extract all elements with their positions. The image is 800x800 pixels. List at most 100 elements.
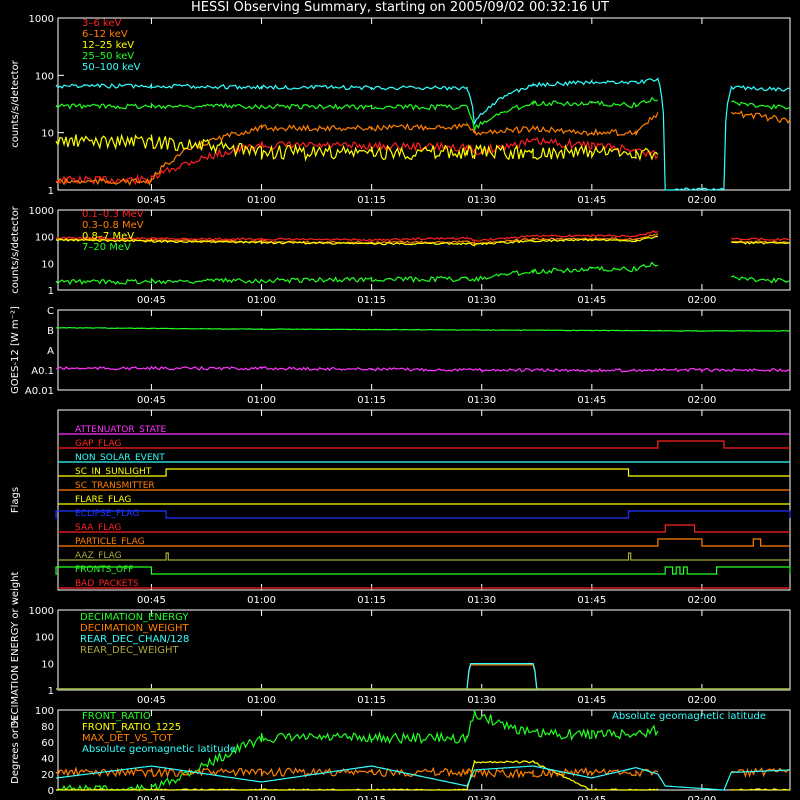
p5-series-line-1 [56,664,790,690]
p5-legend-entry: DECIMATION_ENERGY [80,612,189,623]
p2-legend-entry: 0.3–0.8 MeV [82,220,144,231]
flag-line [58,552,790,561]
y-tick-label: 100 [35,633,54,644]
x-tick-label: 01:00 [247,595,276,606]
x-tick-label: 00:45 [137,295,166,306]
x-tick-label: 01:30 [467,195,496,206]
x-tick-label: 01:45 [577,195,606,206]
x-tick-label: 00:45 [137,795,166,800]
p6-legend-entry: MAX_DET_VS_TOT [82,733,174,744]
p5-series-group [56,663,790,690]
panel-frame-0 [57,17,791,191]
y-tick-label: 10 [41,659,54,670]
x-tick-label: 01:45 [577,695,606,706]
p1-legend-entry: 12–25 keV [82,40,134,51]
x-tick-label: 02:00 [688,795,717,800]
p5-series-line-2 [56,663,790,690]
y-tick-label: 1000 [29,606,54,617]
y-tick-label: 100 [35,706,54,717]
y-tick-label: 20 [41,770,54,781]
panel-frame-1 [57,209,791,291]
y-tick-label: A0.01 [25,386,54,397]
y-tick-label: C [47,306,54,317]
y-tick-label: 100 [35,71,54,82]
y-tick-label: 0 [48,786,54,797]
y-axis-label: Degrees or % [10,716,21,784]
p2-legend-entry: 0.1–0.3 MeV [82,209,144,220]
flag-line [58,524,790,533]
p6-series-line-1 [56,759,791,791]
x-tick-label: 01:30 [467,295,496,306]
y-tick-label: 10 [41,259,54,270]
y-tick-label: 10 [41,129,54,140]
flag-line [55,510,791,519]
hessi-summary-plot: 00:45 01:00 01:15 01:30 01:45 02:001101001000… [10,14,791,800]
x-tick-label: 01:00 [247,695,276,706]
x-tick-label: 01:15 [357,395,386,406]
p6-legend-entry: Absolute geomagnetic latitude [82,744,236,755]
y-tick-label: 80 [41,722,54,733]
x-tick-label: 01:30 [467,695,496,706]
p1-legend-entry: 25–50 keV [82,51,134,62]
p3-series-line-1 [55,365,791,374]
x-tick-label: 02:00 [688,295,717,306]
x-tick-label: 00:45 [137,695,166,706]
x-tick-label: 01:30 [467,395,496,406]
y-axis-label: GOES-12 [W m⁻²] [10,306,21,394]
x-tick-label: 01:00 [247,395,276,406]
p6-legend-entry: FRONT_RATIO_1225 [82,722,181,733]
y-tick-label: 100 [35,233,54,244]
x-tick-label: 01:15 [357,795,386,800]
p1-series-line-3 [55,96,791,131]
y-tick-label: 40 [41,754,54,765]
y-axis-label: counts/s/detector [10,59,21,147]
x-tick-label: 01:15 [357,195,386,206]
p2-series-group [55,230,791,286]
y-axis-label: Flags [10,487,21,513]
p3-series-group [55,326,791,374]
panel-frame-2 [57,309,791,391]
geomagnetic-annotation: Absolute geomagnetic latitude [612,711,766,722]
p5-legend-entry: REAR_DEC_CHAN/128 [80,634,189,645]
p2-series-line-3 [55,261,791,286]
y-tick-label: 1 [48,686,54,697]
x-tick-label: 01:00 [247,795,276,800]
x-tick-label: 01:45 [577,795,606,800]
y-tick-label: A [47,346,54,357]
y-tick-label: A0.1 [31,366,54,377]
p1-series-group [55,77,791,191]
y-tick-label: B [47,326,54,337]
x-tick-label: 02:00 [688,695,717,706]
x-tick-label: 01:30 [467,795,496,800]
flag-line [58,538,790,547]
y-axis-label: counts/s/detector [10,205,21,293]
x-tick-label: 02:00 [688,395,717,406]
p1-legend-entry: 3–6 keV [82,18,121,29]
panel-frame-3 [57,409,791,591]
x-tick-label: 01:00 [247,295,276,306]
flag-line [58,468,790,477]
x-tick-label: 01:45 [577,295,606,306]
p1-series-line-4 [55,77,791,191]
x-tick-label: 01:30 [467,595,496,606]
y-tick-label: 1 [48,186,54,197]
p2-legend-entry: 0.8–7 MeV [82,231,134,242]
p2-legend-entry: 7–20 MeV [82,242,131,253]
flag-line [55,566,791,575]
p1-legend-entry: 50–100 keV [82,62,141,73]
x-tick-label: 01:45 [577,395,606,406]
x-tick-label: 02:00 [688,595,717,606]
y-tick-label: 1 [48,286,54,297]
p3-series-line-0 [56,326,791,332]
flag-line [58,440,790,449]
x-tick-label: 01:15 [357,595,386,606]
p1-legend-entry: 6–12 keV [82,29,128,40]
x-tick-label: 01:15 [357,695,386,706]
x-tick-label: 00:45 [137,595,166,606]
x-tick-label: 02:00 [688,195,717,206]
y-tick-label: 1000 [29,14,54,25]
x-tick-label: 00:45 [137,195,166,206]
x-tick-label: 01:45 [577,595,606,606]
x-tick-label: 00:45 [137,395,166,406]
y-axis-label: DECIMATION ENERGY or weight [10,571,21,728]
